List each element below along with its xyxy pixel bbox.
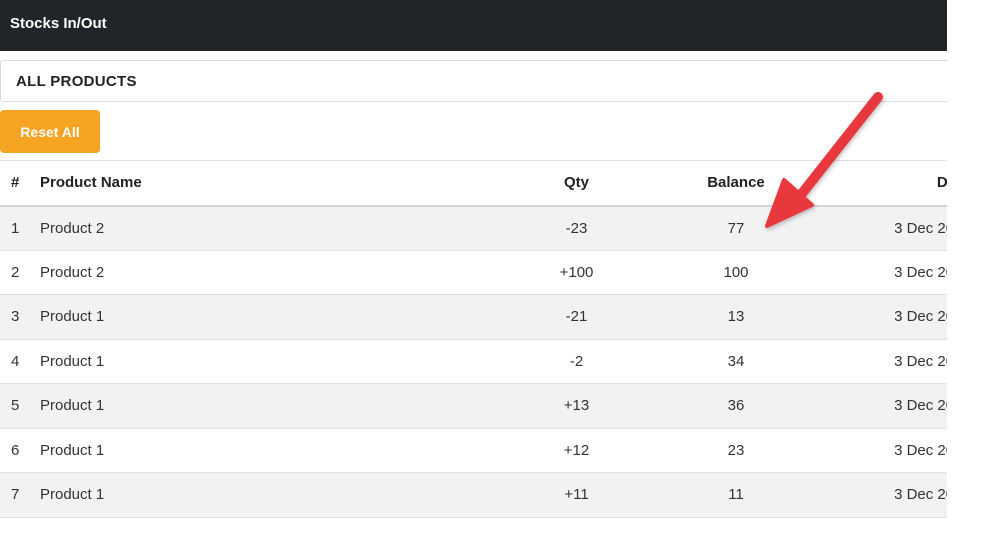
product-filter-label: ALL PRODUCTS (16, 73, 137, 90)
cell-number: 3 (11, 308, 20, 326)
cell-number: 2 (11, 263, 20, 281)
table-row: 4 Product 1 -2 34 3 Dec 2023, 9:3 (0, 339, 947, 384)
table-row: 2 Product 2 +100 100 3 Dec 2023, 9:4 (0, 250, 947, 295)
cell-number: 5 (11, 397, 20, 415)
reset-all-button[interactable]: Reset All (0, 110, 100, 153)
product-filter-select[interactable]: ALL PRODUCTS (0, 60, 947, 102)
cell-qty: +100 (559, 263, 594, 281)
cell-date-time: 3 Dec 2023, 9:3 (894, 486, 947, 504)
top-navbar: Stocks In/Out (0, 0, 947, 51)
app-viewport: Stocks In/Out ALL PRODUCTS Reset All # P… (0, 0, 947, 560)
header-product-name: Product Name (40, 174, 142, 192)
cell-qty: +12 (563, 441, 590, 459)
cell-qty: -21 (565, 308, 588, 326)
cell-date-time: 3 Dec 2023, 9:4 (894, 219, 947, 237)
cell-date-time: 3 Dec 2023, 9:3 (894, 441, 947, 459)
table-row: 3 Product 1 -21 13 3 Dec 2023, 9:4 (0, 294, 947, 339)
cell-number: 4 (11, 352, 20, 370)
header-qty: Qty (563, 174, 589, 192)
cell-date-time: 3 Dec 2023, 9:4 (894, 263, 947, 281)
cell-qty: -23 (565, 219, 588, 237)
cell-date-time: 3 Dec 2023, 9:4 (894, 308, 947, 326)
cell-balance: 77 (727, 219, 745, 237)
cell-balance: 100 (723, 263, 749, 281)
cell-number: 7 (11, 486, 20, 504)
header-date-time: Date/Tim (936, 174, 947, 192)
cell-product-name: Product 1 (40, 397, 105, 415)
cell-number: 6 (11, 441, 20, 459)
cell-product-name: Product 1 (40, 486, 105, 504)
cell-product-name: Product 2 (40, 263, 105, 281)
cell-balance: 36 (727, 397, 745, 415)
table-row: 5 Product 1 +13 36 3 Dec 2023, 9:3 (0, 383, 947, 428)
cell-qty: +11 (564, 486, 589, 504)
cell-balance: 34 (727, 352, 745, 370)
table-row: 6 Product 1 +12 23 3 Dec 2023, 9:3 (0, 428, 947, 473)
stock-movements-table: # Product Name Qty Balance Date/Tim 1 Pr… (0, 160, 947, 518)
cell-date-time: 3 Dec 2023, 9:3 (894, 352, 947, 370)
cell-product-name: Product 2 (40, 219, 105, 237)
cell-balance: 11 (728, 486, 744, 504)
table-row: 1 Product 2 -23 77 3 Dec 2023, 9:4 (0, 205, 947, 250)
navbar-title[interactable]: Stocks In/Out (10, 15, 107, 32)
cell-product-name: Product 1 (40, 352, 105, 370)
cell-date-time: 3 Dec 2023, 9:3 (894, 397, 947, 415)
cell-balance: 13 (727, 308, 745, 326)
cell-qty: -2 (569, 352, 584, 370)
cell-number: 1 (11, 219, 20, 237)
header-balance: Balance (707, 174, 765, 192)
header-number: # (11, 174, 20, 192)
table-row: 7 Product 1 +11 11 3 Dec 2023, 9:3 (0, 472, 947, 517)
cell-qty: +13 (563, 397, 590, 415)
cell-product-name: Product 1 (40, 308, 105, 326)
cell-balance: 23 (727, 441, 745, 459)
cell-product-name: Product 1 (40, 441, 105, 459)
table-header-row: # Product Name Qty Balance Date/Tim (0, 160, 947, 206)
